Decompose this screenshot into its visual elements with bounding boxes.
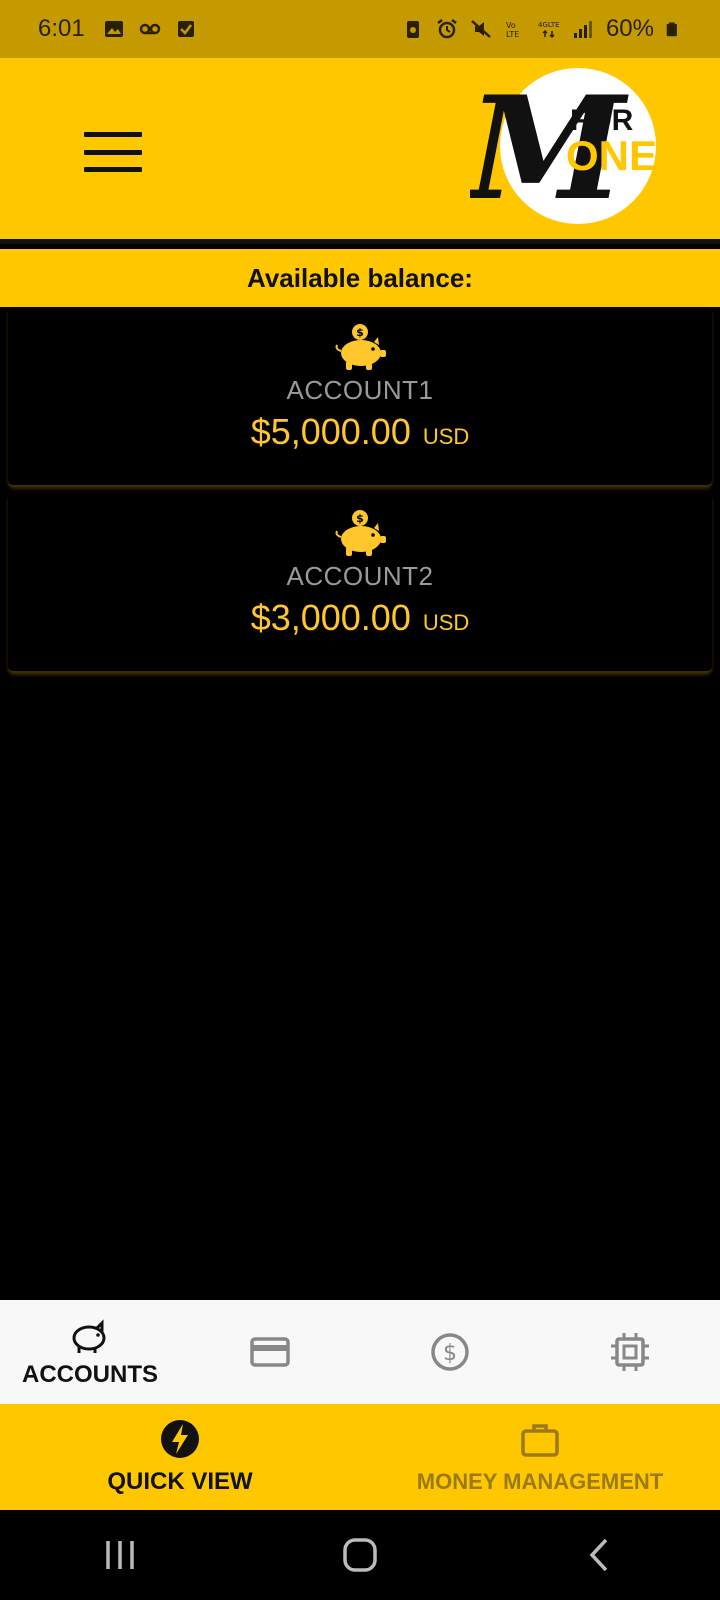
money-management-button[interactable]: MONEY MANAGEMENT [360, 1404, 720, 1510]
account-name: ACCOUNT1 [286, 375, 434, 405]
account-amount: $3,000.00 [250, 597, 411, 638]
checkbox-icon [177, 21, 194, 37]
svg-text:LTE: LTE [506, 30, 519, 39]
battery-percent: 60% [605, 15, 654, 42]
home-button[interactable] [330, 1525, 390, 1585]
app-header: M FOR ONEY [0, 58, 720, 244]
chip-icon [611, 1333, 649, 1371]
menu-line [84, 132, 142, 137]
piggy-bank-icon: $ [335, 324, 386, 370]
battery-saver-icon [406, 21, 419, 38]
tab-money[interactable]: $ [360, 1300, 540, 1404]
recents-button[interactable] [90, 1525, 150, 1585]
svg-text:Vo: Vo [506, 21, 516, 30]
money-management-label: MONEY MANAGEMENT [416, 1469, 664, 1494]
svg-text:4GLTE: 4GLTE [538, 21, 560, 29]
image-icon [104, 21, 123, 37]
recents-icon [106, 1541, 134, 1569]
mute-icon [471, 20, 491, 38]
account-currency: USD [422, 424, 470, 449]
tab-cards[interactable] [180, 1300, 360, 1404]
svg-text:$: $ [356, 326, 364, 339]
piggy-bank-icon: $ [335, 510, 386, 556]
status-time: 6:01 [38, 15, 85, 42]
tab-accounts[interactable]: ACCOUNTS [0, 1300, 180, 1404]
m-for-money-logo: M FOR ONEY [470, 66, 685, 232]
bolt-icon [161, 1420, 199, 1458]
piggy-bank-icon [72, 1319, 106, 1353]
section-nav: QUICK VIEW MONEY MANAGEMENT [0, 1404, 720, 1510]
svg-text:$: $ [356, 512, 364, 525]
voicemail-icon [139, 23, 160, 35]
hamburger-menu-button[interactable] [84, 132, 142, 172]
status-bar: 6:01 Vo LTE 4GLTE 60% [0, 0, 720, 58]
volte-icon: VoLTE [506, 21, 519, 39]
credit-card-icon [250, 1337, 290, 1367]
signal-icon [573, 21, 592, 38]
4g-lte-icon: 4GLTE [538, 21, 560, 39]
svg-text:ONEY: ONEY [566, 132, 685, 179]
account-currency: USD [422, 610, 470, 635]
dollar-circle-icon: $ [431, 1333, 469, 1371]
quick-view-label: QUICK VIEW [107, 1468, 253, 1495]
menu-line [84, 149, 142, 155]
account-card[interactable]: $ ACCOUNT1 $5,000.00 USD [8, 307, 712, 487]
briefcase-icon [521, 1424, 559, 1457]
bottom-tab-bar: ACCOUNTS $ [0, 1300, 720, 1404]
available-balance-label: Available balance: [247, 262, 473, 293]
alarm-icon [437, 19, 457, 39]
account-name: ACCOUNT2 [286, 561, 434, 591]
system-navigation-bar [0, 1510, 720, 1600]
quick-view-button[interactable]: QUICK VIEW [0, 1404, 360, 1510]
home-icon [343, 1538, 377, 1572]
svg-text:$: $ [443, 1341, 457, 1366]
tab-label: ACCOUNTS [22, 1361, 158, 1388]
back-button[interactable] [570, 1525, 630, 1585]
battery-icon [666, 22, 677, 37]
menu-line [84, 167, 142, 172]
tab-chip[interactable] [540, 1300, 720, 1404]
back-icon [589, 1538, 608, 1572]
account-amount: $5,000.00 [250, 411, 411, 452]
balance-strip: Available balance: [0, 249, 720, 307]
account-card[interactable]: $ ACCOUNT2 $3,000.00 USD [8, 493, 712, 673]
